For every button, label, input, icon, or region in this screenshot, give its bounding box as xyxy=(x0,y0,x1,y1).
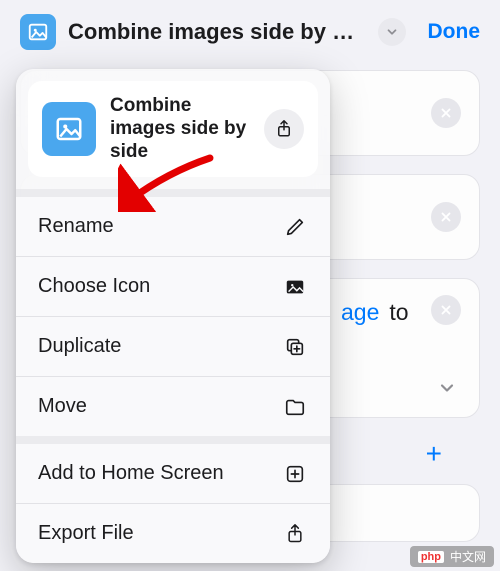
action-word: to xyxy=(389,299,408,326)
menu-label: Rename xyxy=(38,215,114,238)
close-icon xyxy=(439,106,453,120)
menu-item-duplicate[interactable]: Duplicate xyxy=(16,317,330,377)
watermark: php 中文网 xyxy=(410,546,494,567)
share-button[interactable] xyxy=(264,109,304,149)
menu-item-move[interactable]: Move xyxy=(16,377,330,436)
menu-item-rename[interactable]: Rename xyxy=(16,197,330,257)
chevron-down-icon xyxy=(385,25,399,39)
menu-label: Duplicate xyxy=(38,335,121,358)
menu-label: Move xyxy=(38,395,87,418)
pencil-icon xyxy=(282,216,308,238)
menu-separator xyxy=(16,189,330,197)
action-token[interactable]: age xyxy=(341,299,379,326)
menu-separator xyxy=(16,436,330,444)
image-icon xyxy=(282,276,308,298)
picture-icon xyxy=(54,114,84,144)
title-menu-button[interactable] xyxy=(378,18,406,46)
menu-label: Choose Icon xyxy=(38,275,150,298)
menu-item-export-file[interactable]: Export File xyxy=(16,504,330,563)
expand-action-button[interactable] xyxy=(437,378,457,403)
close-icon xyxy=(439,210,453,224)
plus-square-icon xyxy=(282,463,308,485)
picture-icon xyxy=(27,21,49,43)
close-icon xyxy=(439,303,453,317)
shortcut-title[interactable]: Combine images side by side xyxy=(68,19,366,45)
menu-item-choose-icon[interactable]: Choose Icon xyxy=(16,257,330,317)
remove-action-button[interactable] xyxy=(431,295,461,325)
share-up-icon xyxy=(282,523,308,545)
header-bar: Combine images side by side Done xyxy=(0,0,500,62)
remove-action-button[interactable] xyxy=(431,98,461,128)
watermark-text: 中文网 xyxy=(450,548,486,565)
share-icon xyxy=(275,119,293,139)
menu-item-add-home[interactable]: Add to Home Screen xyxy=(16,444,330,504)
remove-action-button[interactable] xyxy=(431,202,461,232)
add-action-button[interactable]: + xyxy=(426,438,442,470)
action-inline-params: age to xyxy=(341,299,409,326)
popover-title: Combine images side by side xyxy=(110,95,250,163)
duplicate-icon xyxy=(282,336,308,358)
watermark-logo: php xyxy=(418,551,444,563)
folder-icon xyxy=(282,396,308,418)
shortcut-options-popover: Combine images side by side Rename Choos… xyxy=(16,69,330,563)
popover-header: Combine images side by side xyxy=(28,81,318,177)
chevron-down-icon xyxy=(437,378,457,398)
done-button[interactable]: Done xyxy=(418,20,481,44)
shortcut-app-icon[interactable] xyxy=(20,14,56,50)
shortcut-large-icon xyxy=(42,102,96,156)
menu-label: Add to Home Screen xyxy=(38,462,224,485)
menu-label: Export File xyxy=(38,522,134,545)
